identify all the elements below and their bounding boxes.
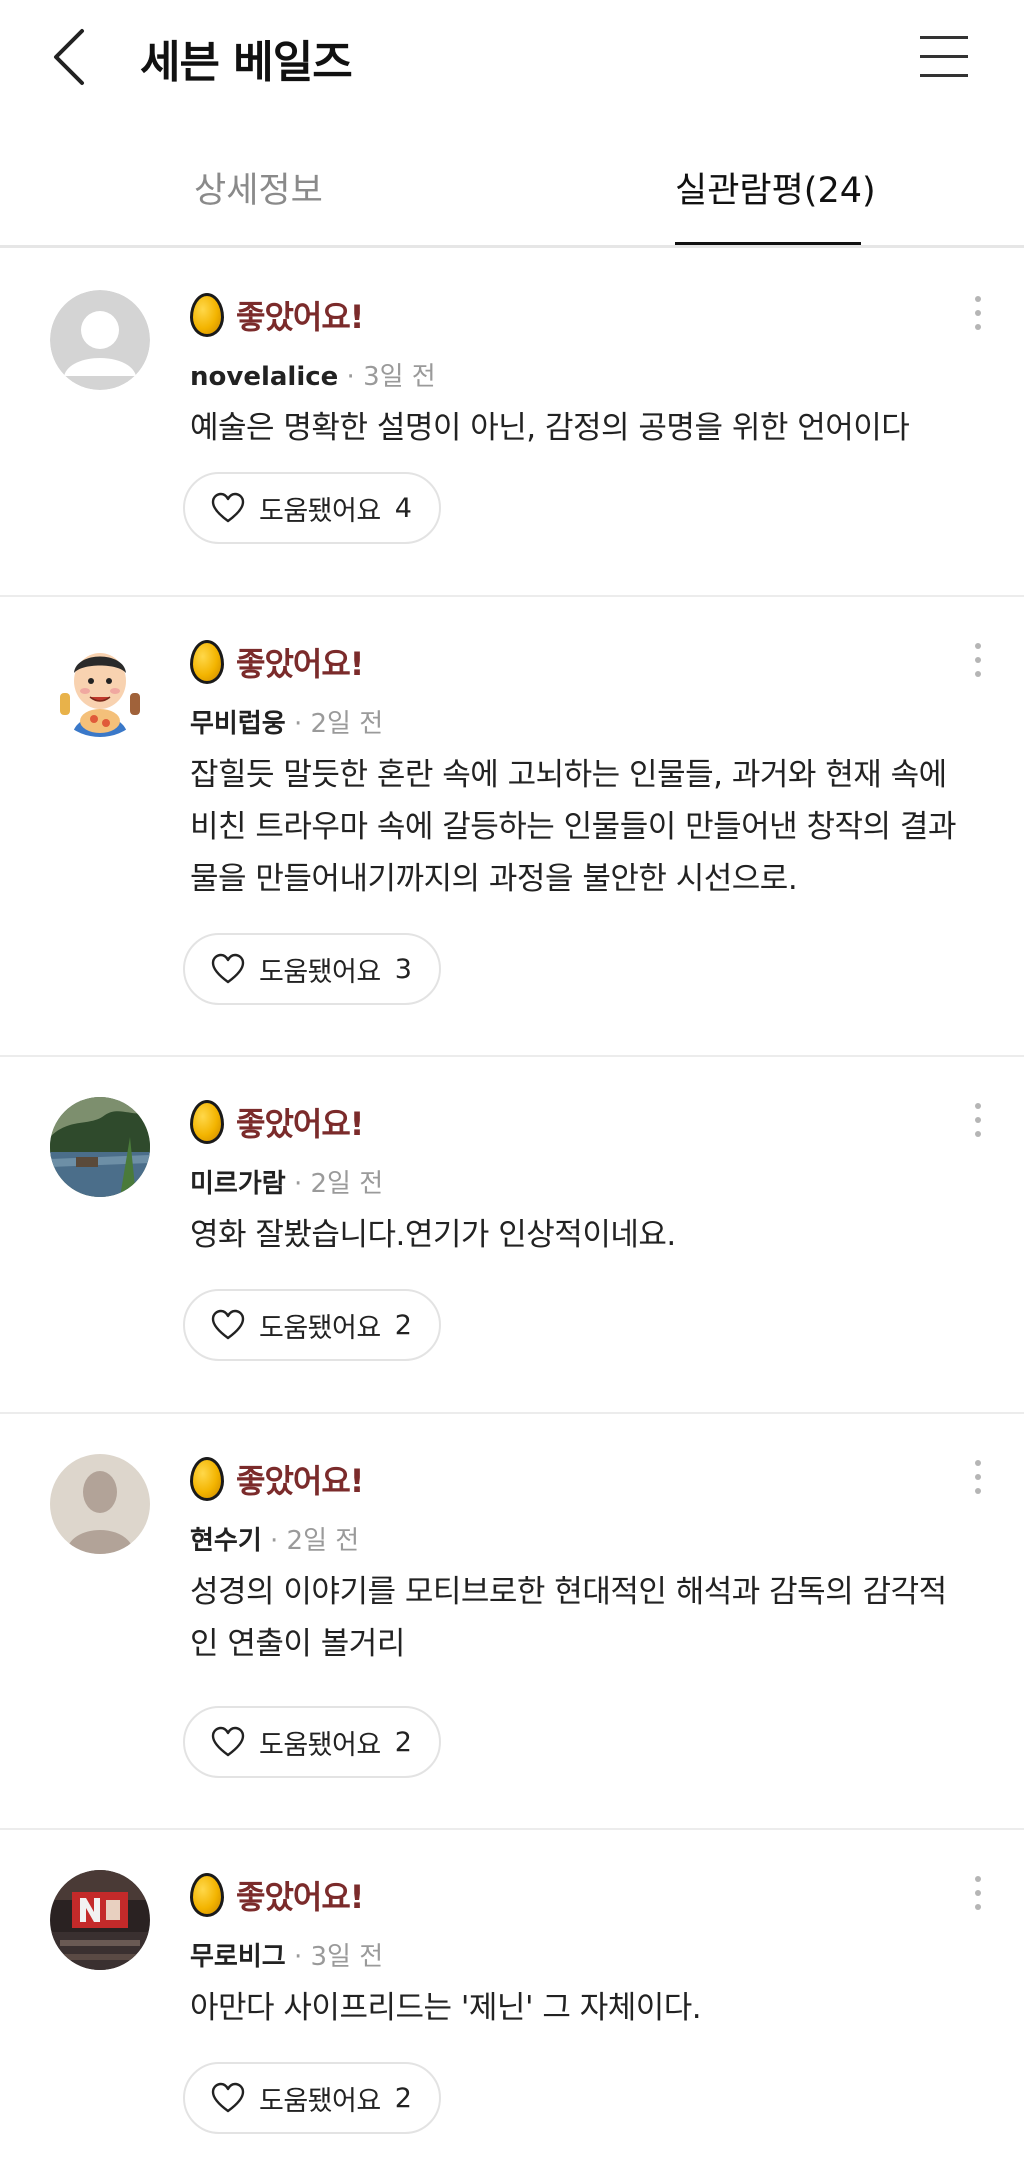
heart-icon [211, 1726, 245, 1757]
heart-icon [211, 492, 245, 523]
helpful-count: 2 [394, 2082, 412, 2114]
helpful-button[interactable]: 도움됐어요 3 [183, 933, 441, 1005]
silhouette-avatar [50, 1454, 150, 1554]
review-meta: 무로비그 · 3일 전 [190, 1936, 383, 1973]
timestamp: · 3일 전 [293, 1942, 384, 1972]
more-options-button[interactable] [972, 1101, 984, 1141]
rating-label: 좋았어요! [236, 298, 364, 336]
active-tab-indicator [675, 242, 861, 245]
username[interactable]: 무비럽웅 [190, 709, 286, 739]
review-meta: novelalice · 3일 전 [190, 356, 436, 393]
review-meta: 무비럽웅 · 2일 전 [190, 703, 383, 740]
landscape-photo-avatar [50, 1097, 150, 1197]
chevron-left-icon [54, 29, 84, 85]
review-text: 예술은 명확한 설명이 아닌, 감정의 공명을 위한 언어이다 [190, 410, 910, 446]
helpful-label: 도움됐어요 [259, 1312, 381, 1344]
tab-reviews[interactable]: 실관람평(24) [675, 162, 876, 213]
helpful-label: 도움됐어요 [259, 956, 381, 988]
golden-egg-icon [190, 293, 224, 337]
helpful-button[interactable]: 도움됐어요 2 [183, 1706, 441, 1778]
more-vertical-icon [975, 1103, 981, 1109]
theater-photo-avatar [50, 1870, 150, 1970]
review-text: 아만다 사이프리드는 '제닌' 그 자체이다. [190, 1990, 702, 2026]
helpful-button[interactable]: 도움됐어요 2 [183, 1289, 441, 1361]
cartoon-character-avatar [50, 637, 150, 737]
timestamp: · 2일 전 [293, 1169, 384, 1199]
review-meta: 미르가람 · 2일 전 [190, 1163, 383, 1200]
rating: 좋았어요! [190, 1456, 364, 1502]
review-item: 좋았어요! 미르가람 · 2일 전 영화 잘봤습니다.연기가 인상적이네요. 도… [0, 1057, 1024, 1414]
timestamp: · 3일 전 [346, 362, 436, 392]
rating: 좋았어요! [190, 1872, 364, 1918]
golden-egg-icon [190, 1100, 224, 1144]
review-text: 영화 잘봤습니다.연기가 인상적이네요. [190, 1217, 676, 1253]
menu-button[interactable] [916, 32, 972, 82]
review-text: 성경의 이야기를 모티브로한 현대적인 해석과 감독의 감각적인 연출이 볼거리 [190, 1574, 947, 1662]
review-item: 좋았어요! 무로비그 · 3일 전 아만다 사이프리드는 '제닌' 그 자체이다… [0, 1830, 1024, 2166]
more-vertical-icon [975, 643, 981, 649]
helpful-label: 도움됐어요 [259, 2085, 381, 2117]
more-options-button[interactable] [972, 1874, 984, 1914]
timestamp: · 2일 전 [270, 1526, 360, 1556]
heart-icon [211, 953, 245, 984]
helpful-count: 2 [394, 1309, 412, 1341]
review-item: 좋았어요! 현수기 · 2일 전 성경의 이야기를 모티브로한 현대적인 해석과… [0, 1414, 1024, 1830]
rating: 좋았어요! [190, 639, 364, 685]
helpful-button[interactable]: 도움됐어요 4 [183, 472, 441, 544]
landscape-photo-icon [50, 1097, 150, 1197]
page-title: 세븐 베일즈 [140, 37, 353, 88]
golden-egg-icon [190, 640, 224, 684]
more-options-button[interactable] [972, 294, 984, 334]
more-vertical-icon [975, 1460, 981, 1466]
app-header: 세븐 베일즈 [0, 0, 1024, 115]
more-options-button[interactable] [972, 1458, 984, 1498]
helpful-button[interactable]: 도움됐어요 2 [183, 2062, 441, 2134]
tab-detail-info[interactable]: 상세정보 [194, 162, 323, 213]
rating: 좋았어요! [190, 292, 364, 338]
review-text: 잡힐듯 말듯한 혼란 속에 고뇌하는 인물들, 과거와 현재 속에 비친 트라우… [190, 757, 956, 897]
tab-bar: 상세정보 실관람평(24) [0, 140, 1024, 248]
timestamp: · 2일 전 [293, 709, 384, 739]
more-vertical-icon [975, 1876, 981, 1882]
helpful-label: 도움됐어요 [259, 495, 381, 527]
cartoon-character-icon [50, 637, 150, 737]
theater-photo-icon [50, 1870, 150, 1970]
default-user-avatar [50, 290, 150, 390]
helpful-count: 2 [394, 1726, 412, 1758]
rating-label: 좋았어요! [236, 1878, 364, 1916]
hamburger-menu-icon [920, 36, 968, 39]
rating-label: 좋았어요! [236, 1105, 364, 1143]
rating: 좋았어요! [190, 1099, 364, 1145]
more-vertical-icon [975, 296, 981, 302]
heart-icon [211, 2082, 245, 2113]
username[interactable]: 현수기 [190, 1526, 262, 1556]
rating-label: 좋았어요! [236, 645, 364, 683]
golden-egg-icon [190, 1457, 224, 1501]
helpful-label: 도움됐어요 [259, 1729, 381, 1761]
more-options-button[interactable] [972, 641, 984, 681]
golden-egg-icon [190, 1873, 224, 1917]
rating-label: 좋았어요! [236, 1462, 364, 1500]
username[interactable]: 무로비그 [190, 1942, 286, 1972]
helpful-count: 4 [394, 492, 412, 524]
silhouette-icon [50, 1454, 150, 1554]
review-item: 좋았어요! 무비럽웅 · 2일 전 잡힐듯 말듯한 혼란 속에 고뇌하는 인물들… [0, 597, 1024, 1057]
heart-icon [211, 1309, 245, 1340]
back-button[interactable] [44, 22, 94, 92]
helpful-count: 3 [394, 953, 412, 985]
review-meta: 현수기 · 2일 전 [190, 1520, 359, 1557]
review-item: 좋았어요! novelalice · 3일 전 예술은 명확한 설명이 아닌, … [0, 250, 1024, 597]
username[interactable]: 미르가람 [190, 1169, 286, 1199]
default-user-icon [50, 290, 150, 390]
username[interactable]: novelalice [190, 362, 338, 392]
